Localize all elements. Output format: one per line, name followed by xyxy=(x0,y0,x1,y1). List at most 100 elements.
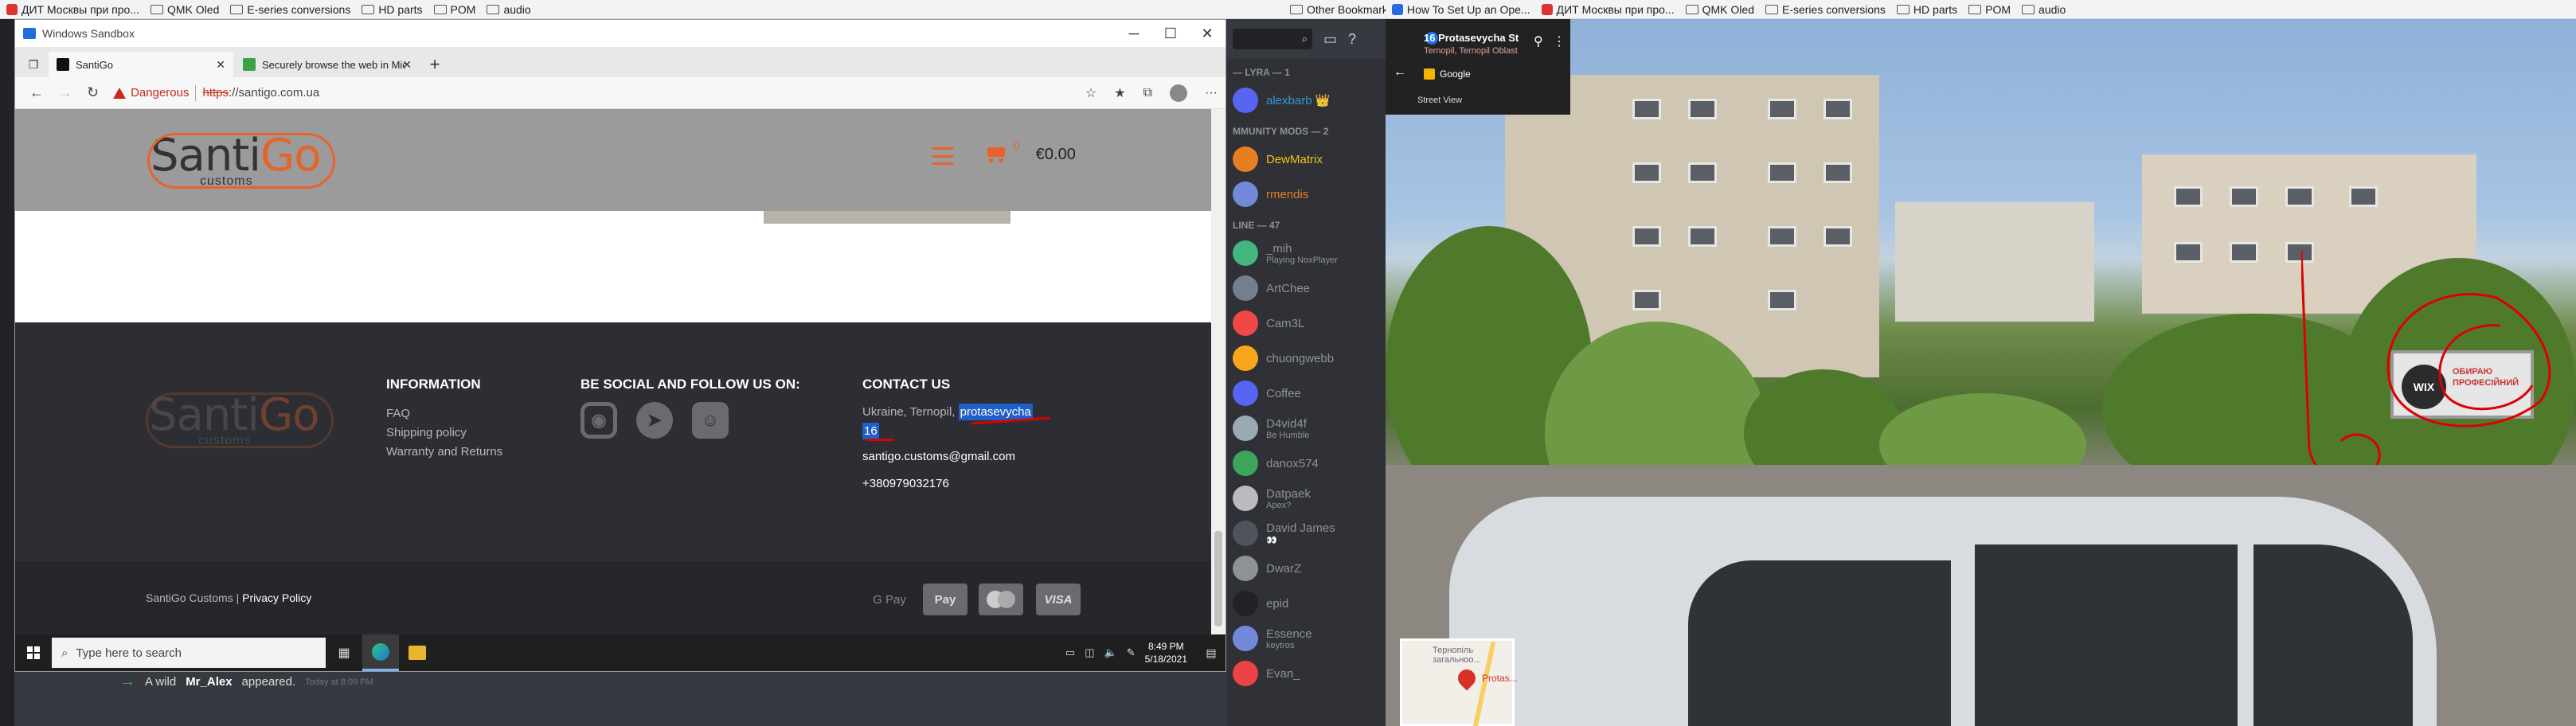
pen-icon[interactable]: ✎ xyxy=(1127,646,1136,659)
more-options-icon[interactable]: ⋮ xyxy=(1553,33,1566,49)
member-item[interactable]: Essence keytros xyxy=(1233,621,1386,656)
security-warning[interactable]: Dangerous xyxy=(113,86,189,100)
minimize-button[interactable]: ─ xyxy=(1116,20,1152,47)
tab-actions-icon[interactable]: ❐ xyxy=(20,52,47,77)
member-item[interactable]: ArtChee xyxy=(1233,271,1386,306)
footer-link-shipping[interactable]: Shipping policy xyxy=(386,426,467,439)
member-item[interactable]: Coffee xyxy=(1233,376,1386,411)
instagram-icon[interactable]: ◉ xyxy=(580,402,617,439)
page-scrollbar[interactable] xyxy=(1211,109,1225,634)
mastercard-icon xyxy=(979,584,1023,615)
member-item[interactable]: D4vid4f Be Humble xyxy=(1233,411,1386,446)
footer-link-faq[interactable]: FAQ xyxy=(386,407,410,420)
bookmark-hd-parts[interactable]: HD parts xyxy=(1896,3,1957,16)
discord-search[interactable]: ⌕ xyxy=(1233,29,1312,49)
member-item[interactable]: David James 👀 xyxy=(1233,516,1386,551)
privacy-policy-link[interactable]: Privacy Policy xyxy=(242,591,311,604)
map-pin-icon[interactable]: ⚲ xyxy=(1534,33,1543,49)
volume-icon[interactable]: 🔈 xyxy=(1104,646,1117,659)
member-item[interactable]: Datpaek Apex? xyxy=(1233,481,1386,516)
member-item[interactable]: DewMatrix xyxy=(1233,142,1386,177)
folder-icon xyxy=(1765,4,1778,14)
member-section-title: — LYRA — 1 xyxy=(1233,67,1290,78)
mini-map[interactable]: Тернопіль загальноо... Protas... xyxy=(1400,638,1518,726)
discord-icon[interactable]: ☺ xyxy=(692,402,729,439)
inbox-icon[interactable]: ▭ xyxy=(1323,31,1337,48)
bookmark-pom[interactable]: POM xyxy=(1968,3,2011,16)
member-item[interactable]: danox574 xyxy=(1233,446,1386,481)
tab-santigo[interactable]: SantiGo ✕ xyxy=(49,52,233,77)
sandbox-titlebar[interactable]: Windows Sandbox ─ ☐ ✕ xyxy=(15,20,1225,47)
visa-icon: VISA xyxy=(1036,584,1081,615)
taskbar-search[interactable]: ⌕ Type here to search xyxy=(52,638,326,668)
santigo-logo[interactable]: SantiGo customs xyxy=(147,130,335,189)
cart-button[interactable]: 0 €0.00 xyxy=(985,139,1076,164)
street-view-panorama[interactable]: WIX ОБИРАЮ ПРОФЕСІЙНИЙ 16 Protasevycha S… xyxy=(1386,19,2576,726)
bookmark-pom[interactable]: POM xyxy=(433,3,475,16)
message-username[interactable]: Mr_Alex xyxy=(186,675,232,689)
member-item[interactable]: alexbarb 👑 xyxy=(1233,83,1386,118)
close-tab-icon[interactable]: ✕ xyxy=(216,58,225,72)
bookmark-howto[interactable]: How To Set Up an Ope... xyxy=(1392,3,1530,16)
profile-avatar[interactable] xyxy=(1170,84,1188,102)
url-field[interactable]: Dangerous https://santigo.com.ua xyxy=(113,84,319,101)
cart-total: €0.00 xyxy=(1035,146,1076,163)
more-options-icon[interactable]: ··· xyxy=(1205,86,1218,100)
file-explorer-icon[interactable] xyxy=(399,634,436,671)
apple-pay-icon: Pay xyxy=(923,584,967,615)
network-icon[interactable]: ▭ xyxy=(1065,646,1075,659)
forward-arrow-icon[interactable]: → xyxy=(58,84,72,101)
read-aloud-icon[interactable]: ☆ xyxy=(1085,85,1096,101)
close-tab-icon[interactable]: ✕ xyxy=(402,58,412,72)
avatar xyxy=(1233,626,1258,651)
member-item[interactable]: rmendis xyxy=(1233,177,1386,212)
avatar xyxy=(1233,146,1258,172)
taskbar-clock[interactable]: 8:49 PM 5/18/2021 xyxy=(1145,640,1187,666)
member-item[interactable]: DwarZ xyxy=(1233,551,1386,586)
back-arrow-icon[interactable]: ← xyxy=(29,84,44,101)
collections-icon[interactable]: ⧉ xyxy=(1143,86,1152,100)
member-item[interactable]: _mih Playing NoxPlayer xyxy=(1233,236,1386,271)
start-button[interactable] xyxy=(15,634,52,671)
scrollbar-thumb[interactable] xyxy=(1214,531,1222,626)
bookmark-audio[interactable]: audio xyxy=(2022,3,2066,16)
close-button[interactable]: ✕ xyxy=(1189,20,1225,47)
bookmark-hd-parts[interactable]: HD parts xyxy=(362,3,423,16)
bookmark-dit[interactable]: ДИТ Москвы при про... xyxy=(1541,3,1675,16)
notification-icon[interactable]: ▤ xyxy=(1200,642,1222,664)
window-controls: ─ ☐ ✕ xyxy=(1116,20,1225,47)
refresh-icon[interactable]: ↻ xyxy=(87,84,99,101)
menu-hamburger-icon[interactable] xyxy=(932,147,953,165)
bookmark-other[interactable]: Other Bookmarks xyxy=(1290,3,1394,16)
windows-sandbox-window: Windows Sandbox ─ ☐ ✕ ❐ SantiGo ✕ Secure… xyxy=(14,19,1226,672)
new-tab-button[interactable]: + xyxy=(421,52,448,77)
folder-icon xyxy=(1685,4,1698,14)
discord-server-rail xyxy=(0,19,14,726)
maximize-button[interactable]: ☐ xyxy=(1152,20,1189,47)
footer-link-warranty[interactable]: Warranty and Returns xyxy=(386,445,502,459)
system-tray: ▭ ◫ 🔈 ✎ 8:49 PM 5/18/2021 xyxy=(1065,640,1187,666)
wifi-icon[interactable]: ◫ xyxy=(1085,646,1094,659)
bookmark-qmk-oled[interactable]: QMK Oled xyxy=(150,3,219,16)
bookmark-qmk-oled[interactable]: QMK Oled xyxy=(1685,3,1754,16)
back-arrow-icon[interactable]: ← xyxy=(1394,65,1406,80)
task-view-icon[interactable]: ▦ xyxy=(326,634,362,671)
help-icon[interactable]: ? xyxy=(1348,31,1356,48)
favorites-icon[interactable]: ★ xyxy=(1114,85,1125,101)
member-item[interactable]: chuongwebb xyxy=(1233,341,1386,376)
bookmark-e-series[interactable]: E-series conversions xyxy=(230,3,350,16)
footer-phone[interactable]: +380979032176 xyxy=(862,477,949,490)
bookmark-audio[interactable]: audio xyxy=(487,3,531,16)
folder-icon xyxy=(433,4,447,14)
footer-email[interactable]: santigo.customs@gmail.com xyxy=(862,450,1015,463)
tab-securely-browse[interactable]: Securely browse the web in Micr ✕ xyxy=(235,52,420,77)
member-item[interactable]: Cam3L xyxy=(1233,306,1386,341)
member-item[interactable]: Evan_ xyxy=(1233,656,1386,691)
bookmark-e-series[interactable]: E-series conversions xyxy=(1765,3,1886,16)
street-view-label: Street View xyxy=(1417,96,1463,105)
telegram-icon[interactable]: ➤ xyxy=(636,402,673,439)
discord-system-message: → A wild Mr_Alex appeared. Today at 8:09… xyxy=(119,673,373,690)
member-item[interactable]: epid xyxy=(1233,586,1386,621)
bookmark-dit[interactable]: ДИТ Москвы при про... xyxy=(6,3,139,16)
edge-taskbar-icon[interactable] xyxy=(362,634,399,671)
